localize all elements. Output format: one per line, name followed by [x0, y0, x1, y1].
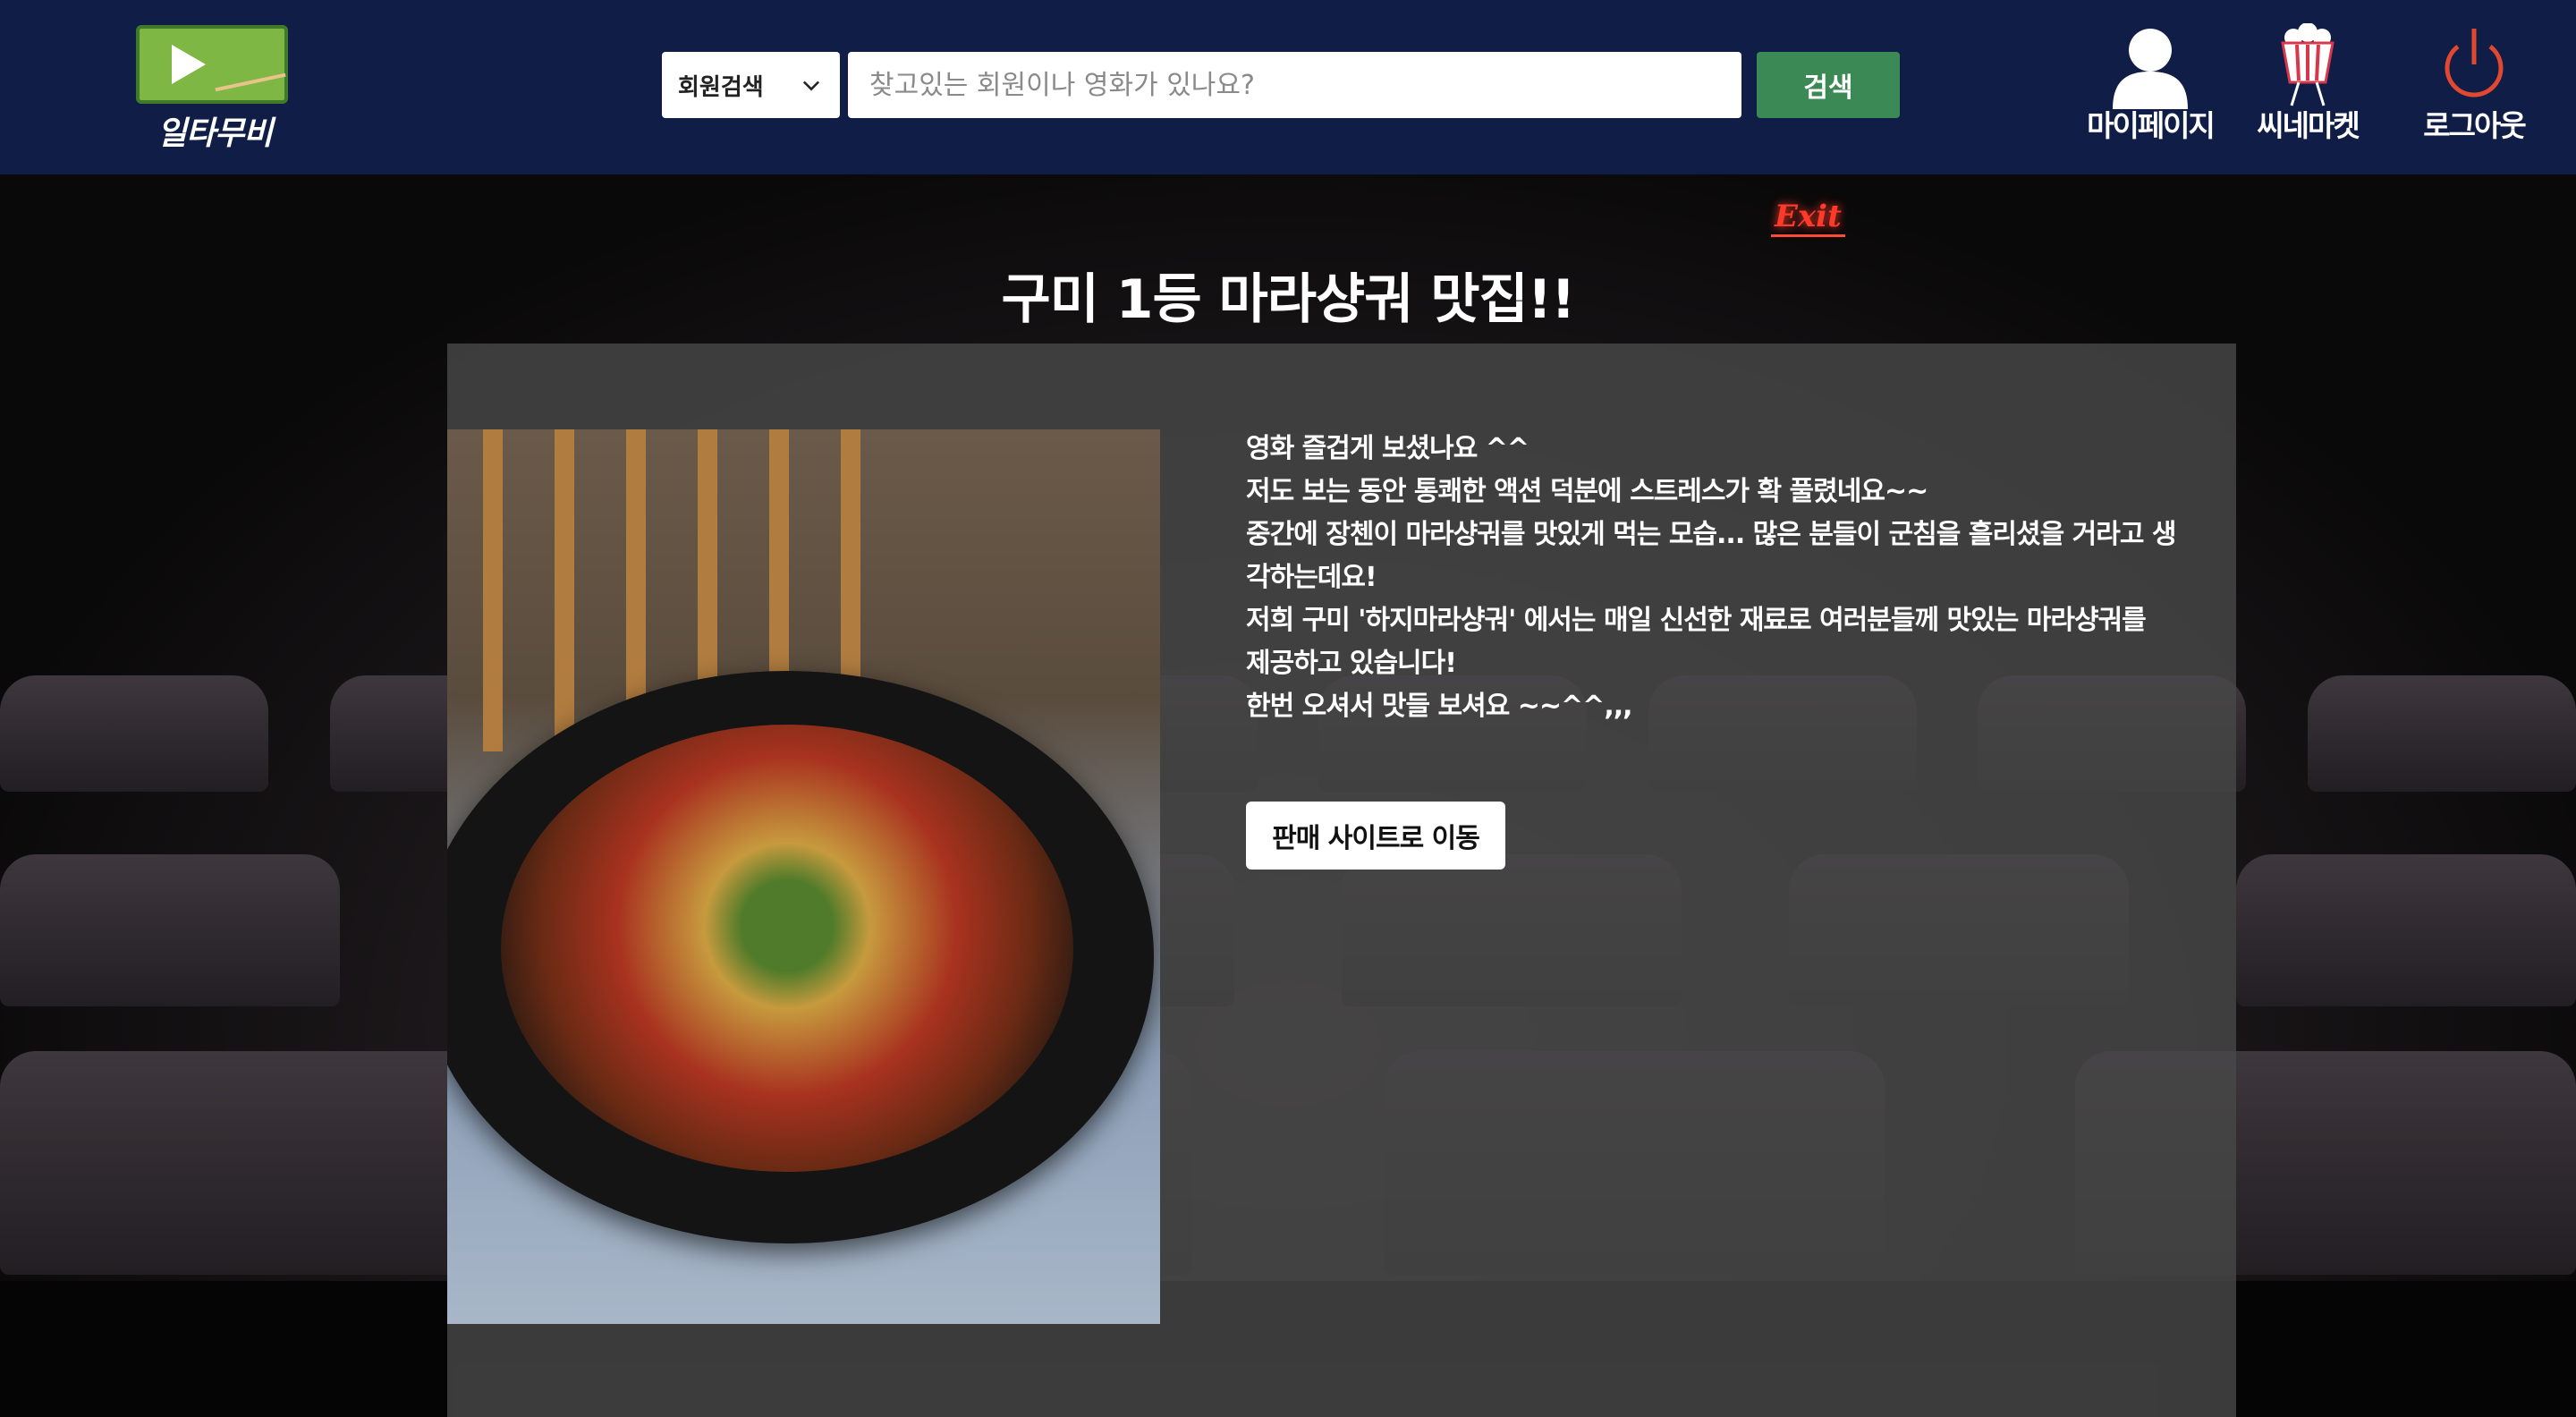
seat: [0, 675, 268, 792]
post-line: 영화 즐겁게 보셨나요 ^^: [1246, 433, 1530, 464]
popcorn-icon: [2281, 23, 2334, 106]
post-line: 저희 구미 '하지마라샹궈' 에서는 매일 신선한 재료로 여러분들께 맛있는 …: [1246, 605, 2155, 679]
nav-logout[interactable]: 로그아웃: [2402, 23, 2546, 148]
nav-mypage-label: 마이페이지: [2087, 108, 2216, 143]
search-type-select[interactable]: 회원검색: [662, 52, 840, 118]
nav-cinemarket-label: 씨네마켓: [2257, 108, 2360, 143]
search-button[interactable]: 검색: [1757, 52, 1900, 118]
logo[interactable]: 일타무비: [134, 25, 295, 152]
food-image: [447, 429, 1160, 1324]
post-line: 한번 오셔서 맛들 보셔요 ~~^^,,,: [1246, 691, 1633, 722]
power-icon: [2445, 29, 2504, 98]
billiard-table-icon: [136, 25, 288, 104]
seat: [0, 854, 340, 1006]
seat: [0, 1051, 501, 1275]
post-line: 저도 보는 동안 통쾌한 액션 덕분에 스트레스가 확 풀렸네요~~: [1246, 476, 1928, 507]
nav-cinemarket[interactable]: 씨네마켓: [2236, 23, 2379, 148]
nav-logout-label: 로그아웃: [2423, 108, 2526, 143]
chair-slat: [483, 429, 503, 751]
malatang-dish: [501, 725, 1073, 1172]
exit-sign: Exit: [1771, 199, 1845, 237]
logo-text: 일타무비: [157, 115, 273, 152]
post-panel: 영화 즐겁게 보셨나요 ^^ 저도 보는 동안 통쾌한 액션 덕분에 스트레스가…: [447, 344, 2236, 1417]
header: 일타무비 회원검색 검색 마이페이지 씨네마켓: [0, 0, 2576, 174]
post-line: 중간에 장첸이 마라샹궈를 맛있게 먹는 모습... 많은 분들이 군침을 흘리…: [1246, 519, 2176, 593]
post-body: 영화 즐겁게 보셨나요 ^^ 저도 보는 동안 통쾌한 액션 덕분에 스트레스가…: [1246, 428, 2176, 728]
chevron-down-icon: [802, 81, 820, 91]
page-title: 구미 1등 마라샹궈 맛집!!: [1001, 268, 1576, 331]
search-input[interactable]: [848, 52, 1741, 118]
cue-icon: [215, 72, 286, 92]
seat: [2236, 854, 2576, 1006]
search-type-value: 회원검색: [678, 73, 764, 101]
user-icon: [2113, 29, 2188, 109]
chair-slat: [555, 429, 574, 751]
play-icon: [172, 45, 206, 84]
goto-shop-button[interactable]: 판매 사이트로 이동: [1246, 802, 1505, 870]
nav-mypage[interactable]: 마이페이지: [2079, 23, 2222, 148]
seat: [2307, 675, 2576, 792]
